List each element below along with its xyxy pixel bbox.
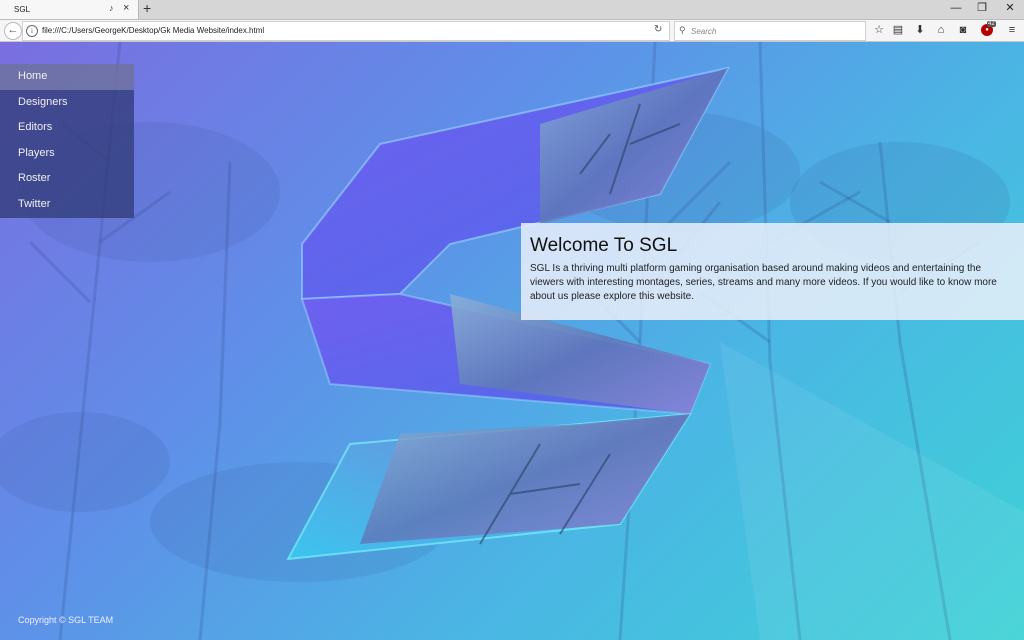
address-bar[interactable]: i file:///C:/Users/GeorgeK/Desktop/Gk Me… bbox=[22, 21, 670, 41]
copyright-text: Copyright © SGL TEAM bbox=[18, 615, 114, 625]
welcome-title: Welcome To SGL bbox=[530, 235, 678, 256]
bookmark-star-icon[interactable]: ☆ bbox=[871, 22, 887, 38]
search-placeholder: Search bbox=[691, 27, 717, 36]
info-icon[interactable]: i bbox=[26, 25, 38, 37]
new-tab-button[interactable]: + bbox=[143, 0, 151, 16]
reading-list-icon[interactable]: ▤ bbox=[890, 22, 906, 38]
home-icon[interactable]: ⌂ bbox=[933, 22, 949, 38]
speaker-mute-icon[interactable]: ♪ bbox=[109, 3, 114, 13]
browser-titlebar: SGL ♪ × + — ❐ ✕ bbox=[0, 0, 1024, 20]
download-icon[interactable]: ⬇ bbox=[912, 22, 928, 38]
sidebar-item-editors[interactable]: Editors bbox=[0, 115, 134, 141]
pocket-icon[interactable]: ◙ bbox=[955, 22, 971, 38]
back-arrow-icon[interactable]: ← bbox=[4, 22, 22, 40]
url-text: file:///C:/Users/GeorgeK/Desktop/Gk Medi… bbox=[42, 26, 265, 35]
menu-icon[interactable]: ≡ bbox=[1004, 22, 1020, 38]
sidebar-nav: Home Designers Editors Players Roster Tw… bbox=[0, 64, 134, 218]
page-viewport: Home Designers Editors Players Roster Tw… bbox=[0, 42, 1024, 640]
welcome-panel: Welcome To SGL SGL Is a thriving multi p… bbox=[521, 223, 1024, 320]
search-icon: ⚲ bbox=[679, 25, 686, 35]
minimize-button[interactable]: — bbox=[942, 0, 970, 19]
extension-badge-count: 42 bbox=[987, 21, 996, 27]
close-tab-icon[interactable]: × bbox=[123, 2, 129, 14]
restore-button[interactable]: ❐ bbox=[968, 0, 996, 19]
close-window-button[interactable]: ✕ bbox=[996, 0, 1024, 19]
reload-icon[interactable]: ↻ bbox=[654, 24, 662, 35]
browser-tab[interactable]: SGL ♪ × bbox=[0, 0, 139, 19]
sidebar-item-twitter[interactable]: Twitter bbox=[0, 192, 134, 218]
welcome-body: SGL Is a thriving multi platform gaming … bbox=[530, 263, 997, 302]
sidebar-item-players[interactable]: Players bbox=[0, 141, 134, 167]
tab-title: SGL bbox=[14, 5, 31, 14]
sidebar-item-home[interactable]: Home bbox=[0, 64, 134, 90]
sidebar-item-roster[interactable]: Roster bbox=[0, 166, 134, 192]
search-input[interactable]: ⚲ Search bbox=[674, 21, 866, 41]
sidebar-item-designers[interactable]: Designers bbox=[0, 90, 134, 116]
